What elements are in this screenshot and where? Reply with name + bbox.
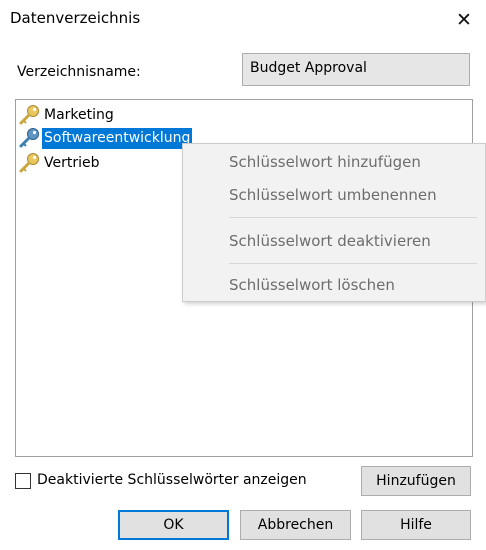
title-bar: Datenverzeichnis ✕ (0, 0, 486, 40)
menu-item-add-keyword[interactable]: Schlüsselwort hinzufügen (229, 153, 421, 171)
context-menu: Schlüsselwort hinzufügen Schlüsselwort u… (182, 143, 486, 302)
menu-item-rename-keyword[interactable]: Schlüsselwort umbenennen (229, 186, 437, 204)
show-disabled-checkbox[interactable] (15, 473, 31, 489)
tree-item-vertrieb[interactable]: Vertrieb (16, 152, 102, 174)
key-icon (19, 153, 39, 173)
ok-button[interactable]: OK (118, 510, 229, 540)
key-icon (19, 128, 39, 148)
menu-separator (229, 263, 477, 264)
show-disabled-label: Deaktivierte Schlüsselwörter anzeigen (37, 472, 307, 488)
tree-item-label: Marketing (44, 106, 114, 123)
key-icon (19, 105, 39, 125)
tree-item-label: Vertrieb (44, 154, 100, 171)
tree-item-label: Softwareentwicklung (42, 127, 193, 149)
tree-item-marketing[interactable]: Marketing (16, 104, 116, 126)
window-title: Datenverzeichnis (10, 9, 141, 27)
cancel-button[interactable]: Abbrechen (240, 510, 351, 540)
menu-separator (229, 217, 477, 218)
menu-item-delete-keyword[interactable]: Schlüsselwort löschen (229, 276, 395, 294)
close-icon[interactable]: ✕ (450, 6, 478, 34)
directory-name-value: Budget Approval (250, 60, 367, 76)
tree-item-softwareentwicklung[interactable]: Softwareentwicklung (16, 127, 193, 149)
directory-name-field: Budget Approval (242, 53, 470, 86)
add-button[interactable]: Hinzufügen (361, 466, 471, 496)
menu-item-deactivate-keyword[interactable]: Schlüsselwort deaktivieren (229, 232, 431, 250)
help-button[interactable]: Hilfe (361, 510, 471, 540)
directory-name-label: Verzeichnisname: (17, 64, 141, 80)
